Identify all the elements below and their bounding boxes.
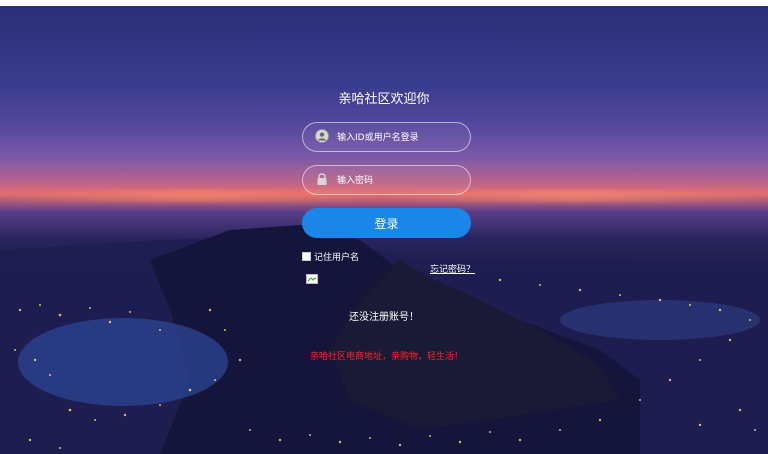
remember-checkbox[interactable] [302, 252, 311, 261]
forgot-password-link[interactable]: 忘记密码？ [430, 262, 475, 275]
password-field[interactable] [302, 165, 471, 195]
remember-username[interactable]: 记住用户名 [302, 250, 359, 263]
username-field[interactable] [302, 122, 471, 152]
password-input[interactable] [335, 170, 469, 192]
slogan-text: 亲哈社区电商地址，亲购物，轻生活！ [309, 352, 463, 362]
broken-image-icon [306, 274, 318, 284]
remember-label: 记住用户名 [314, 253, 360, 263]
username-input[interactable] [335, 127, 469, 149]
lock-icon [317, 173, 327, 185]
login-button[interactable]: 登录 [302, 208, 471, 238]
city-lights [14, 278, 756, 449]
page-title: 亲哈社区欢迎你 [338, 92, 430, 107]
user-avatar-icon [315, 129, 329, 143]
register-link[interactable]: 还没注册账号！ [0, 308, 768, 323]
